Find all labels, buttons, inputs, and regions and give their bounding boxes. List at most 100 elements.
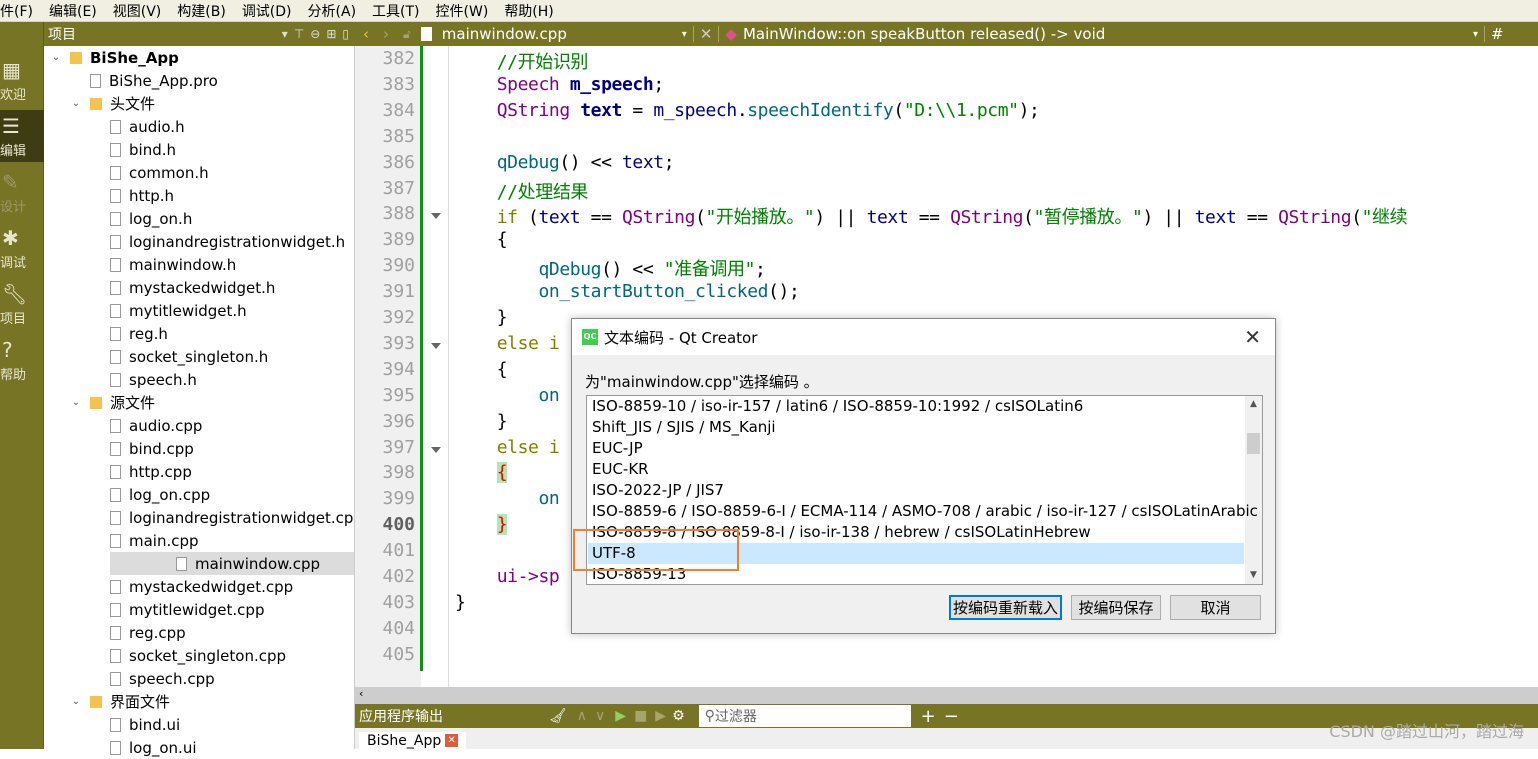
menu-item[interactable]: 工具(T): [372, 1, 427, 21]
file-selector[interactable]: mainwindow.cpp: [442, 25, 682, 43]
close-panel-icon[interactable]: ▯: [342, 27, 349, 41]
cancel-button[interactable]: 取消: [1170, 595, 1261, 620]
mode-2[interactable]: ✎ 设计: [0, 166, 44, 218]
tree-item[interactable]: mystackedwidget.cpp: [44, 575, 354, 598]
expand-arrow-icon[interactable]: ⌄: [70, 98, 82, 109]
menu-item[interactable]: 调试(D): [242, 1, 300, 21]
tree-item[interactable]: reg.h: [44, 322, 354, 345]
tree-item[interactable]: http.h: [44, 184, 354, 207]
close-icon[interactable]: ✕: [1244, 325, 1261, 349]
prev-icon[interactable]: ∧: [577, 708, 587, 724]
encoding-option[interactable]: ISO-8859-10 / iso-ir-157 / latin6 / ISO-…: [588, 396, 1244, 417]
tree-item[interactable]: mytitlewidget.cpp: [44, 598, 354, 621]
zoom-out-icon[interactable]: −: [944, 706, 959, 727]
tree-item[interactable]: mystackedwidget.h: [44, 276, 354, 299]
mode-1[interactable]: ☰ 编辑: [0, 110, 44, 162]
reload-with-encoding-button[interactable]: 按编码重新载入: [949, 595, 1062, 620]
scroll-left-icon[interactable]: ‹: [359, 687, 363, 700]
tree-item[interactable]: speech.h: [44, 368, 354, 391]
save-with-encoding-button[interactable]: 按编码保存: [1071, 595, 1161, 620]
vertical-scrollbar[interactable]: ▲ ▼: [1245, 396, 1262, 584]
tree-item[interactable]: loginandregistrationwidget.cp: [44, 506, 354, 529]
tree-item[interactable]: bind.ui: [44, 713, 354, 736]
fold-arrow-icon[interactable]: [431, 213, 441, 220]
tree-item[interactable]: mainwindow.h: [44, 253, 354, 276]
bug-icon: ✱: [2, 226, 19, 250]
tree-item[interactable]: log_on.h: [44, 207, 354, 230]
fold-arrow-icon[interactable]: [431, 446, 441, 453]
close-tab-icon[interactable]: ✕: [445, 734, 459, 747]
mode-4[interactable]: 🔧︎ 项目: [0, 278, 44, 330]
fold-arrow-icon[interactable]: [431, 342, 441, 349]
expand-arrow-icon[interactable]: ⌄: [50, 52, 62, 63]
mode-label: 欢迎: [0, 88, 27, 103]
stop-icon[interactable]: ■: [634, 708, 647, 724]
tree-item[interactable]: audio.cpp: [44, 414, 354, 437]
tree-item[interactable]: loginandregistrationwidget.h: [44, 230, 354, 253]
attach-icon[interactable]: ▶: [655, 708, 666, 724]
tree-item[interactable]: bind.cpp: [44, 437, 354, 460]
dropdown-icon[interactable]: ▾: [282, 27, 288, 41]
output-tab[interactable]: BiShe_App ✕: [359, 732, 467, 749]
tree-item[interactable]: log_on.cpp: [44, 483, 354, 506]
tree-item[interactable]: ⌄ 头文件: [44, 92, 354, 115]
tree-item[interactable]: http.cpp: [44, 460, 354, 483]
mode-0[interactable]: ▦ 欢迎: [0, 54, 44, 106]
tree-item[interactable]: ⌄ 源文件: [44, 391, 354, 414]
tree-item[interactable]: audio.h: [44, 115, 354, 138]
scroll-up-icon[interactable]: ▲: [1245, 396, 1262, 413]
tree-item[interactable]: log_on.ui: [44, 736, 354, 759]
menu-item[interactable]: 编辑(E): [49, 1, 105, 21]
tree-item[interactable]: socket_singleton.h: [44, 345, 354, 368]
tree-item[interactable]: bind.h: [44, 138, 354, 161]
dialog-title: 文本编码 - Qt Creator: [604, 328, 758, 347]
filter-icon[interactable]: ⊤: [294, 27, 304, 41]
expand-arrow-icon[interactable]: ⌄: [70, 397, 82, 408]
back-icon[interactable]: ‹: [363, 25, 369, 43]
menu-item[interactable]: 件(F): [0, 1, 41, 21]
tree-item[interactable]: socket_singleton.cpp: [44, 644, 354, 667]
clear-icon[interactable]: 🧹︎: [549, 708, 567, 724]
file-dropdown-icon[interactable]: ▾: [682, 29, 687, 40]
hash-button[interactable]: #: [1491, 25, 1504, 43]
tree-item[interactable]: reg.cpp: [44, 621, 354, 644]
tree-item[interactable]: ⌄ 界面文件: [44, 690, 354, 713]
scroll-down-icon[interactable]: ▼: [1245, 567, 1262, 584]
symbol-selector[interactable]: MainWindow::on speakButton released() ->…: [743, 25, 1473, 43]
code-token: {: [455, 229, 508, 251]
scroll-thumb[interactable]: [1247, 433, 1260, 454]
filter-input[interactable]: ⚲ 过滤器: [698, 705, 911, 727]
link-icon[interactable]: ⊖: [310, 27, 320, 41]
tree-item[interactable]: common.h: [44, 161, 354, 184]
close-file-icon[interactable]: ✕: [700, 25, 713, 43]
menu-item[interactable]: 视图(V): [113, 1, 170, 21]
menu-item[interactable]: 构建(B): [177, 1, 234, 21]
encoding-option[interactable]: Shift_JIS / SJIS / MS_Kanji: [588, 417, 1244, 438]
forward-icon[interactable]: ›: [383, 25, 389, 43]
tree-item[interactable]: ⌄ BiShe_App: [44, 46, 354, 69]
horizontal-scrollbar[interactable]: ‹: [355, 687, 1538, 704]
encoding-option[interactable]: ISO-8859-6 / ISO-8859-6-I / ECMA-114 / A…: [588, 501, 1258, 522]
split-icon[interactable]: ⊞: [326, 27, 336, 41]
tree-item[interactable]: speech.cpp: [44, 667, 354, 690]
menu-item[interactable]: 控件(W): [436, 1, 497, 21]
encoding-option[interactable]: EUC-JP: [588, 438, 1244, 459]
expand-arrow-icon[interactable]: ⌄: [70, 696, 82, 707]
menu-item[interactable]: 分析(A): [308, 1, 365, 21]
code-token: qDebug: [538, 259, 602, 281]
settings-icon[interactable]: ⚙: [672, 708, 685, 724]
menu-item[interactable]: 帮助(H): [504, 1, 561, 21]
symbol-dropdown-icon[interactable]: ▾: [1473, 29, 1478, 40]
run-icon[interactable]: ▶: [615, 708, 626, 724]
tree-item[interactable]: BiShe_App.pro: [44, 69, 354, 92]
zoom-in-icon[interactable]: +: [921, 706, 936, 727]
encoding-option[interactable]: EUC-KR: [588, 459, 1244, 480]
mode-3[interactable]: ✱ 调试: [0, 222, 44, 274]
tree-item[interactable]: main.cpp: [44, 529, 354, 552]
next-icon[interactable]: ∨: [595, 708, 605, 724]
tree-item[interactable]: mytitlewidget.h: [44, 299, 354, 322]
encoding-option[interactable]: ISO-2022-JP / JIS7: [588, 480, 1244, 501]
mode-5[interactable]: ? 帮助: [0, 334, 44, 386]
mode-label: 设计: [0, 200, 27, 215]
tree-item[interactable]: mainwindow.cpp: [110, 552, 354, 575]
